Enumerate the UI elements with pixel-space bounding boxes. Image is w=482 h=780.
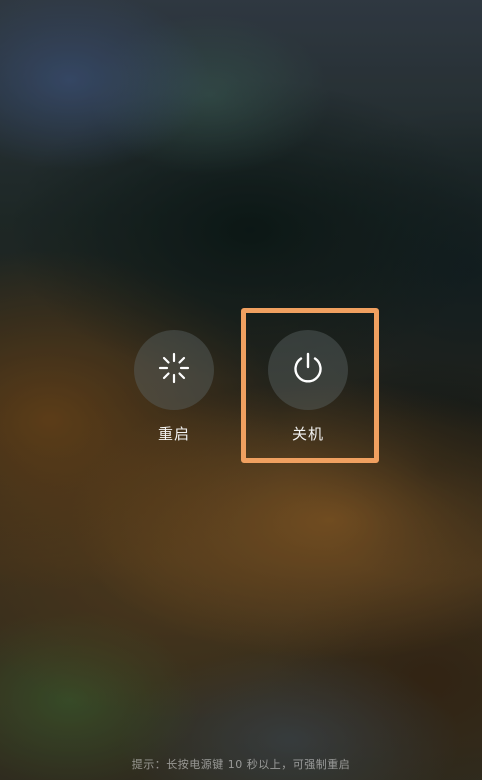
shutdown-button[interactable]: 关机 [268,330,348,444]
restart-icon [157,351,191,389]
shutdown-label: 关机 [291,425,324,443]
background-dim [0,0,482,780]
shutdown-circle[interactable] [268,330,348,410]
force-restart-hint: 提示：长按电源键 10 秒以上，可强制重启 [131,758,351,771]
restart-label: 重启 [157,425,190,443]
power-menu-screen: 重启 关机 提示：长按电源键 10 秒以上，可强制重启 [0,0,482,780]
restart-button[interactable]: 重启 [134,330,214,444]
restart-circle[interactable] [134,330,214,410]
power-icon [290,350,326,390]
